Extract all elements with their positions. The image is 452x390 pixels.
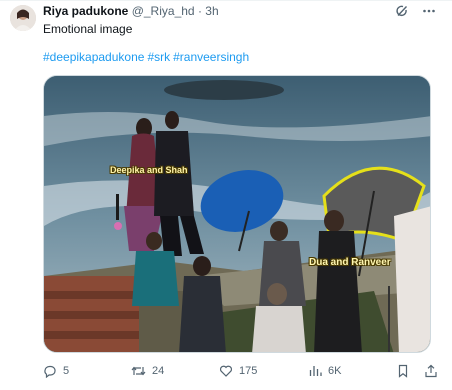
avatar[interactable] [10, 5, 36, 31]
reply-count: 5 [63, 365, 70, 377]
share-button[interactable] [424, 364, 438, 378]
separator-dot: · [197, 4, 202, 18]
bookmark-icon [398, 364, 408, 378]
retweet-icon [131, 366, 146, 376]
hashtag-ranveersingh[interactable]: #ranveersingh [173, 50, 249, 64]
top-divider [0, 0, 452, 1]
share-icon [425, 364, 437, 378]
views-count: 6K [328, 365, 342, 377]
tweet-actions-bar: 5 24 175 6K [43, 362, 443, 380]
like-icon [220, 365, 232, 377]
tweet-header: Riya padukone @_Riya_hd · 3h [43, 4, 219, 18]
views-icon [309, 366, 322, 376]
photo-scene [44, 76, 430, 352]
views-button[interactable]: 6K [308, 364, 341, 378]
retweet-button[interactable]: 24 [131, 364, 164, 378]
grok-icon[interactable] [394, 3, 409, 18]
hashtag-list: #deepikapadukone #srk #ranveersingh [43, 50, 252, 64]
bookmark-button[interactable] [396, 364, 410, 378]
tweet-media-image[interactable]: Deepika and Shah Dua and Ranveer [43, 75, 431, 353]
like-button[interactable]: 175 [219, 364, 257, 378]
hashtag-deepikapadukone[interactable]: #deepikapadukone [43, 50, 144, 64]
media-overlay-label-left: Deepika and Shah [110, 165, 188, 175]
tweet-top-actions [394, 3, 436, 18]
more-icon[interactable] [421, 3, 436, 18]
hashtag-srk[interactable]: #srk [147, 50, 170, 64]
media-overlay-label-right: Dua and Ranveer [309, 257, 391, 268]
retweet-count: 24 [152, 365, 165, 377]
tweet-text: Emotional image [43, 22, 133, 36]
avatar-image [10, 5, 36, 31]
user-handle[interactable]: @_Riya_hd [132, 4, 195, 18]
reply-button[interactable]: 5 [43, 364, 69, 378]
timestamp[interactable]: 3h [205, 4, 218, 18]
display-name[interactable]: Riya padukone [43, 4, 128, 18]
like-count: 175 [239, 365, 258, 377]
reply-icon [44, 365, 56, 378]
